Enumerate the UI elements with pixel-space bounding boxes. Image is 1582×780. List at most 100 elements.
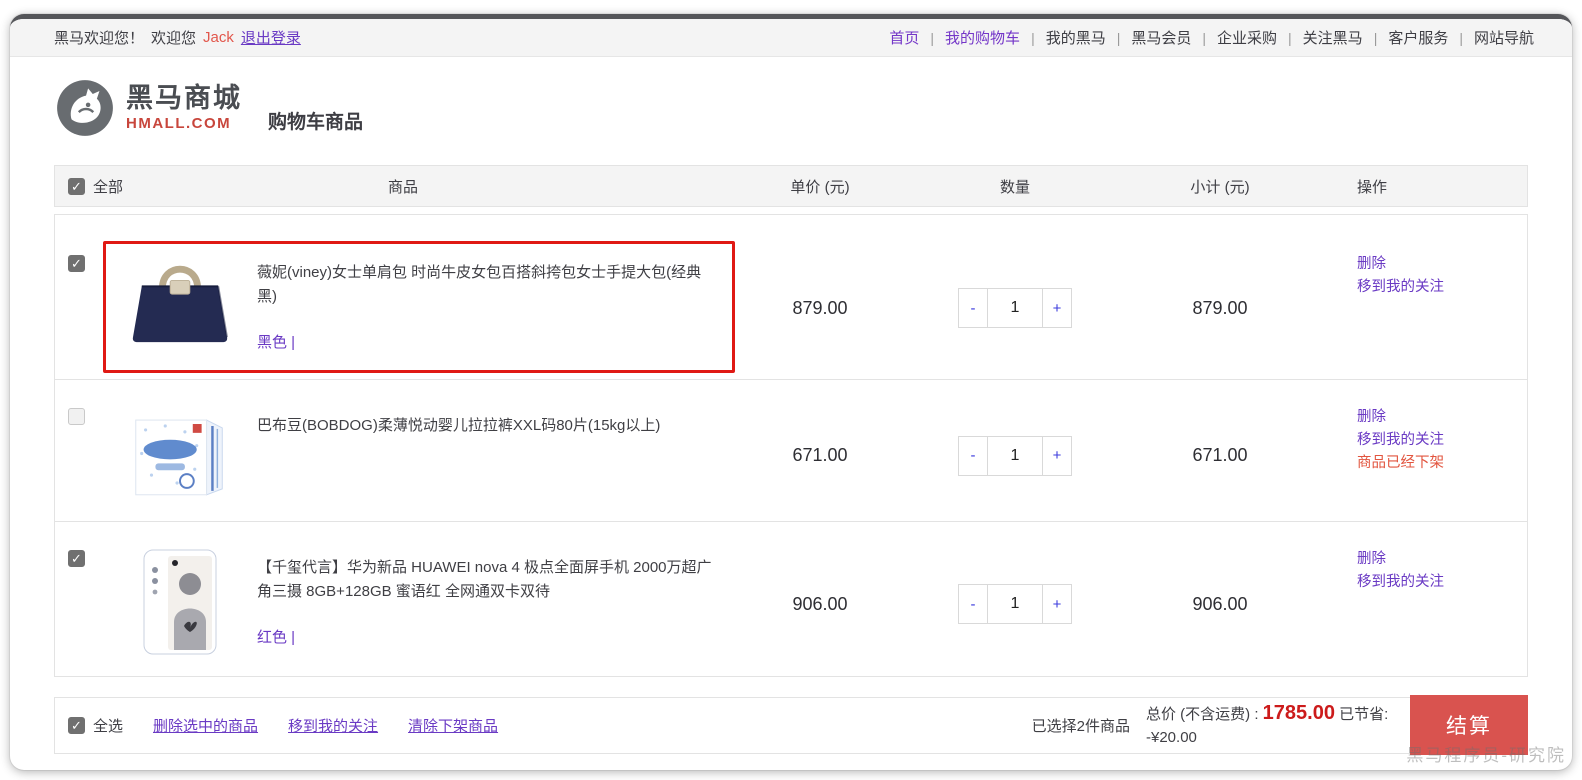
item-checkbox[interactable] (68, 255, 85, 272)
item-checkbox[interactable] (68, 550, 85, 567)
page-title: 购物车商品 (268, 111, 364, 133)
item-checkbox-cell (55, 243, 103, 373)
col-price: 单价 (元) (790, 178, 850, 196)
product-cell: 【千玺代言】华为新品 HUAWEI nova 4 极点全面屏手机 2000万超广… (103, 538, 735, 670)
footer-bulk-actions: 删除选中的商品 移到我的关注 清除下架商品 (123, 715, 498, 736)
selected-count-text: 已选择2件商品 (1031, 718, 1130, 735)
topbar-nav: 首页 | 我的购物车 | 我的黑马 | 黑马会员 | 企业采购 | 关注黑马 | 客户服务 | 网站导航 (889, 27, 1534, 48)
nav-link-0[interactable]: 首页 (889, 27, 919, 48)
hmall-horse-logo-icon (57, 80, 113, 136)
product-image[interactable] (115, 406, 245, 501)
header-select-all: 全部 商品 (55, 176, 735, 197)
quantity-value[interactable]: 1 (987, 436, 1043, 475)
quantity-stepper: - 1 + (958, 288, 1072, 328)
table-header: 全部 商品 单价 (元) 数量 小计 (元) 操作 (54, 165, 1528, 207)
nav-link-2[interactable]: 我的黑马 (1046, 27, 1106, 48)
footer-select-all-label: 全选 (93, 718, 124, 735)
total-value: 1785.00 (1262, 702, 1335, 724)
nav-separator: | (1459, 29, 1463, 46)
product-cell: 巴布豆(BOBDOG)柔薄悦动婴儿拉拉裤XXL码80片(15kg以上) (103, 396, 735, 515)
welcome-area: 黑马欢迎您！ 欢迎您 Jack 退出登录 (54, 27, 301, 48)
footer-bulk-action-1[interactable]: 移到我的关注 (288, 718, 378, 735)
product-variant-link[interactable]: 黑色 | (257, 331, 295, 355)
product-text: 巴布豆(BOBDOG)柔薄悦动婴儿拉拉裤XXL码80片(15kg以上) (257, 406, 660, 501)
item-checkbox[interactable] (68, 408, 85, 425)
item-checkbox-cell (55, 396, 103, 515)
product-text: 【千玺代言】华为新品 HUAWEI nova 4 极点全面屏手机 2000万超广… (257, 548, 717, 656)
footer-select-all-checkbox[interactable] (68, 717, 85, 734)
quantity-value[interactable]: 1 (987, 585, 1043, 623)
quantity-cell: - 1 + (905, 288, 1125, 328)
brand-text: 黑马商城 HMALL.COM (126, 85, 242, 132)
row-action-link[interactable]: 移到我的关注 (1357, 429, 1527, 451)
row-actions: 删除 移到我的关注 (1315, 538, 1527, 670)
footer-select-all: 全选 (68, 715, 123, 736)
welcome-prefix: 黑马欢迎您！ (54, 30, 145, 47)
nav-separator: | (1373, 29, 1378, 46)
cart-table: 全部 商品 单价 (元) 数量 小计 (元) 操作 (54, 165, 1528, 677)
footer-bar: 全选 删除选中的商品 移到我的关注 清除下架商品 已选择2件商品 总价 (不含运费)… (54, 695, 1528, 755)
footer-bulk-action-2[interactable]: 清除下架商品 (408, 718, 498, 735)
total-label: 总价 (不含运费) : (1146, 706, 1263, 723)
product-title[interactable]: 巴布豆(BOBDOG)柔薄悦动婴儿拉拉裤XXL码80片(15kg以上) (257, 414, 660, 438)
col-product: 商品 (388, 178, 419, 196)
row-action-link[interactable]: 移到我的关注 (1357, 276, 1527, 298)
increase-qty-button[interactable]: + (1043, 289, 1071, 327)
offshelf-notice: 商品已经下架 (1357, 455, 1444, 471)
nav-link-3[interactable]: 黑马会员 (1131, 27, 1191, 48)
unit-price: 906.00 (792, 593, 848, 614)
page: 黑马欢迎您！ 欢迎您 Jack 退出登录 首页 | 我的购物车 | 我的黑马 | 黑马会员 |… (0, 0, 1582, 780)
shop-window: 黑马欢迎您！ 欢迎您 Jack 退出登录 首页 | 我的购物车 | 我的黑马 | 黑马会员 |… (10, 14, 1572, 770)
row-actions: 删除 移到我的关注 (1315, 243, 1527, 373)
row-actions: 删除 移到我的关注商品已经下架 (1315, 396, 1527, 515)
logout-link[interactable]: 退出登录 (241, 27, 301, 48)
brand-domain: HMALL.COM (126, 115, 232, 132)
cart-rows: 薇妮(viney)女士单肩包 时尚牛皮女包百搭斜挎包女士手提大包(经典黑) 黑色… (54, 214, 1528, 677)
handbag-image (132, 265, 228, 343)
increase-qty-button[interactable]: + (1043, 585, 1071, 623)
increase-qty-button[interactable]: + (1043, 437, 1071, 475)
col-actions: 操作 (1357, 178, 1388, 196)
footer-bulk-action-0[interactable]: 删除选中的商品 (153, 718, 258, 735)
watermark: 黑马程序员-研究院 (1406, 746, 1566, 765)
quantity-cell: - 1 + (905, 584, 1125, 624)
nav-separator: | (1202, 29, 1207, 46)
username: Jack (203, 29, 234, 46)
quantity-value[interactable]: 1 (987, 289, 1043, 327)
col-qty: 数量 (999, 178, 1030, 196)
subtotal-price: 671.00 (1192, 445, 1248, 465)
product-variant-link[interactable]: 红色 | (257, 626, 295, 650)
cart-item-row: 【千玺代言】华为新品 HUAWEI nova 4 极点全面屏手机 2000万超广… (55, 522, 1527, 676)
subtotal-price: 906.00 (1192, 593, 1248, 614)
row-action-link[interactable]: 移到我的关注 (1357, 571, 1527, 593)
nav-link-1[interactable]: 我的购物车 (945, 27, 1020, 48)
welcome-text: 欢迎您 (151, 30, 197, 47)
nav-separator: | (930, 29, 935, 46)
nav-link-6[interactable]: 客户服务 (1388, 27, 1448, 48)
product-image[interactable] (115, 253, 245, 359)
product-title[interactable]: 【千玺代言】华为新品 HUAWEI nova 4 极点全面屏手机 2000万超广… (257, 556, 717, 604)
nav-separator: | (1116, 29, 1121, 46)
nav-link-7[interactable]: 网站导航 (1474, 27, 1534, 48)
subtotal-price: 879.00 (1192, 297, 1248, 318)
unit-price: 671.00 (792, 445, 848, 465)
decrease-qty-button[interactable]: - (959, 437, 987, 475)
nav-separator: | (1288, 29, 1292, 46)
diaper-box-image (135, 419, 223, 496)
product-cell: 薇妮(viney)女士单肩包 时尚牛皮女包百搭斜挎包女士手提大包(经典黑) 黑色… (103, 241, 735, 373)
decrease-qty-button[interactable]: - (959, 585, 987, 623)
product-title[interactable]: 薇妮(viney)女士单肩包 时尚牛皮女包百搭斜挎包女士手提大包(经典黑) (257, 261, 717, 309)
nav-link-5[interactable]: 关注黑马 (1303, 27, 1363, 48)
product-image[interactable] (115, 548, 245, 656)
col-subtotal: 小计 (元) (1190, 178, 1250, 196)
cart-item-row: 薇妮(viney)女士单肩包 时尚牛皮女包百搭斜挎包女士手提大包(经典黑) 黑色… (55, 215, 1527, 380)
nav-link-4[interactable]: 企业采购 (1217, 27, 1277, 48)
row-action-link[interactable]: 删除 (1357, 406, 1527, 428)
decrease-qty-button[interactable]: - (959, 289, 987, 327)
unit-price: 879.00 (792, 297, 848, 318)
item-checkbox-cell (55, 538, 103, 670)
row-action-link[interactable]: 删除 (1357, 253, 1527, 275)
phone-image (143, 549, 217, 655)
product-text: 薇妮(viney)女士单肩包 时尚牛皮女包百搭斜挎包女士手提大包(经典黑) 黑色… (257, 253, 717, 359)
row-action-link[interactable]: 删除 (1357, 548, 1527, 570)
